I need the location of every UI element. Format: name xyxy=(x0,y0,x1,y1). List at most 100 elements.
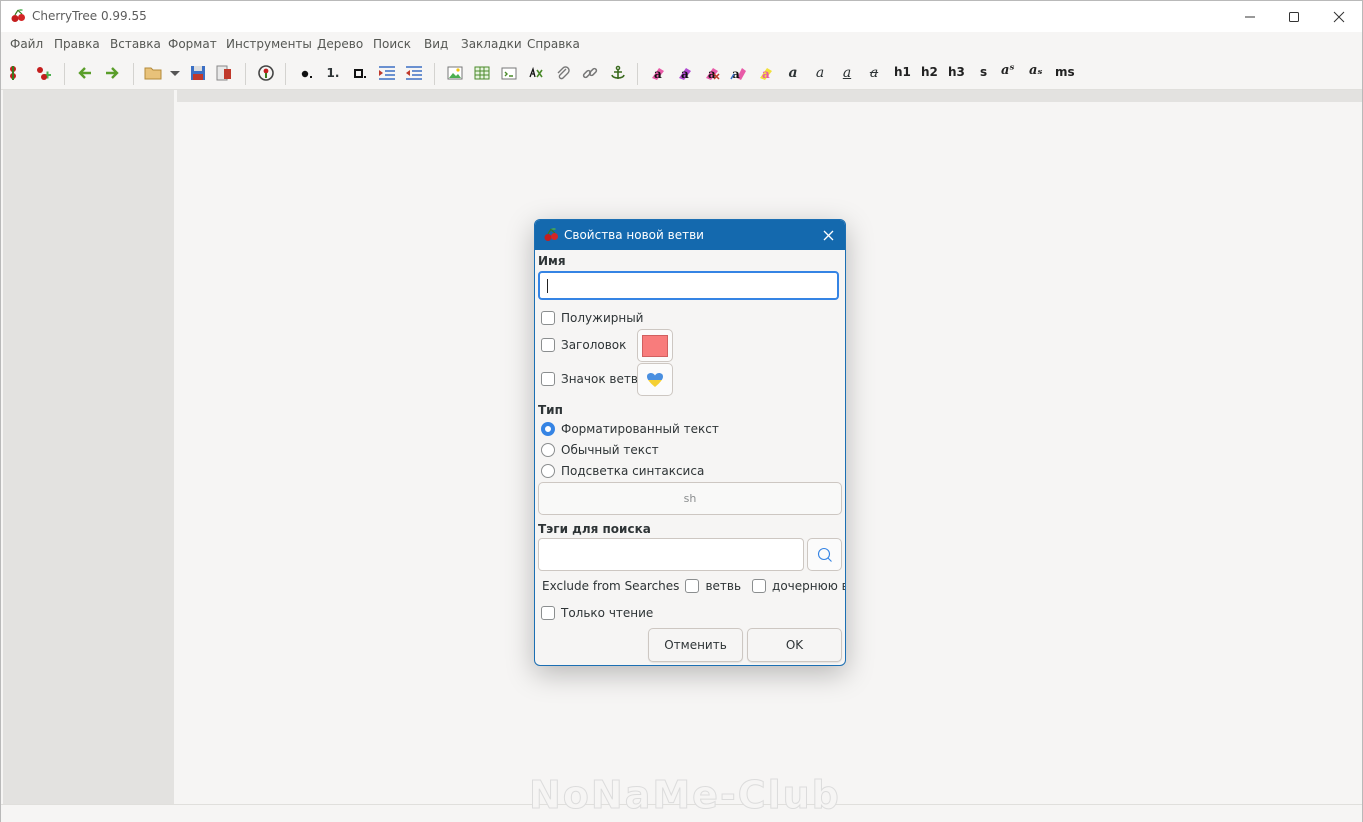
cancel-label: Отменить xyxy=(664,638,727,652)
link-icon xyxy=(582,67,598,79)
radio-syntax[interactable] xyxy=(541,464,555,478)
radio-plain-text[interactable] xyxy=(541,443,555,457)
h2-button[interactable]: h2 xyxy=(921,65,938,79)
menu-bookmarks[interactable]: Закладки xyxy=(461,37,522,51)
cancel-button[interactable]: Отменить xyxy=(648,628,743,662)
h1-button[interactable]: h1 xyxy=(894,65,911,79)
bold-button[interactable]: a xyxy=(782,62,804,84)
menu-file[interactable]: Файл xyxy=(10,37,43,51)
indent-button[interactable] xyxy=(376,62,398,84)
type-option-rich-text[interactable]: Форматированный текст xyxy=(541,422,719,436)
bold-checkbox-row[interactable]: Полужирный xyxy=(541,311,643,325)
exclude-node-checkbox[interactable] xyxy=(685,579,700,593)
readonly-label: Только чтение xyxy=(561,606,654,620)
save-button[interactable] xyxy=(187,62,209,84)
syntax-language-button[interactable]: sh xyxy=(538,482,842,515)
menu-insert[interactable]: Вставка xyxy=(110,37,161,51)
dialog-close-button[interactable] xyxy=(817,224,839,246)
bold-checkbox[interactable] xyxy=(541,311,555,325)
ok-button[interactable]: OK xyxy=(747,628,842,662)
insert-table-button[interactable] xyxy=(471,62,493,84)
ok-label: OK xyxy=(785,638,804,652)
superscript-button[interactable]: aˢ xyxy=(1001,63,1015,78)
node-path-bar xyxy=(177,90,1362,102)
arrow-left-icon xyxy=(78,67,91,79)
exclude-from-searches-row: Exclude from Searches ветвь дочернюю вет… xyxy=(542,579,845,593)
menu-edit[interactable]: Правка xyxy=(54,37,100,51)
header-checkbox-row[interactable]: Заголовок xyxy=(541,338,626,352)
insert-link-button[interactable] xyxy=(579,62,601,84)
header-checkbox[interactable] xyxy=(541,338,555,352)
go-back-button[interactable] xyxy=(74,62,96,84)
minimize-button[interactable] xyxy=(1227,1,1273,32)
svg-text:a: a xyxy=(654,67,662,81)
format-yellow-button[interactable]: a xyxy=(755,62,777,84)
syntax-label: Подсветка синтаксиса xyxy=(561,464,705,478)
radio-rich-text[interactable] xyxy=(541,422,555,436)
go-forward-button[interactable] xyxy=(101,62,123,84)
subscript-button[interactable]: aₛ xyxy=(1029,63,1043,78)
tags-browse-button[interactable] xyxy=(807,538,842,571)
bulleted-list-button[interactable] xyxy=(295,62,317,84)
open-file-button[interactable] xyxy=(142,62,164,84)
numbered-list-icon: 1. xyxy=(326,66,340,80)
exclude-node-label: ветвь xyxy=(705,579,742,593)
readonly-checkbox[interactable] xyxy=(541,606,555,620)
todo-list-icon xyxy=(354,69,366,78)
node-icon-checkbox-row[interactable]: Значок ветви xyxy=(541,372,646,386)
menu-help[interactable]: Справка xyxy=(527,37,580,51)
format-latest-button[interactable]: a xyxy=(728,62,750,84)
menu-tools[interactable]: Инструменты xyxy=(226,37,312,51)
header-label: Заголовок xyxy=(561,338,627,352)
monospace-button[interactable]: ms xyxy=(1055,65,1075,79)
add-node-button[interactable] xyxy=(2,62,24,84)
name-input[interactable] xyxy=(538,271,839,300)
menu-view[interactable]: Вид xyxy=(424,37,448,51)
todo-list-button[interactable] xyxy=(349,62,371,84)
toolbar-separator xyxy=(637,63,638,85)
menu-search[interactable]: Поиск xyxy=(373,37,411,51)
text-cursor xyxy=(547,279,548,293)
numbered-list-button[interactable]: 1. xyxy=(322,62,344,84)
clear-format-button[interactable]: a xyxy=(701,62,723,84)
type-label: Тип xyxy=(538,403,563,417)
insert-image-button[interactable] xyxy=(444,62,466,84)
small-button[interactable]: s xyxy=(980,65,987,79)
svg-text:a: a xyxy=(762,67,770,81)
export-button[interactable] xyxy=(213,62,235,84)
insert-file-button[interactable] xyxy=(552,62,574,84)
exclude-children-checkbox[interactable] xyxy=(752,579,767,593)
strikethrough-button[interactable]: a xyxy=(863,62,885,84)
maximize-button[interactable] xyxy=(1271,1,1317,32)
menu-format[interactable]: Формат xyxy=(168,37,217,51)
text-color-icon: a xyxy=(652,67,664,81)
text-color-button[interactable]: a xyxy=(647,62,669,84)
insert-latex-button[interactable] xyxy=(525,62,547,84)
recent-files-dropdown[interactable] xyxy=(164,62,186,84)
node-icon-button[interactable] xyxy=(637,363,673,396)
readonly-checkbox-row[interactable]: Только чтение xyxy=(541,606,653,620)
color-swatch xyxy=(642,334,668,357)
svg-text:a: a xyxy=(681,67,689,81)
insert-anchor-button[interactable] xyxy=(607,62,629,84)
add-subnode-button[interactable] xyxy=(32,62,54,84)
type-option-syntax[interactable]: Подсветка синтаксиса xyxy=(541,464,704,478)
exclude-children-label: дочернюю ветвь xyxy=(772,579,845,593)
menu-tree[interactable]: Дерево xyxy=(317,37,363,51)
node-icon-checkbox[interactable] xyxy=(541,372,555,386)
tree-panel[interactable] xyxy=(3,90,174,804)
highlight-color-button[interactable]: a xyxy=(674,62,696,84)
find-button[interactable] xyxy=(255,62,277,84)
unindent-button[interactable] xyxy=(403,62,425,84)
tags-input[interactable] xyxy=(538,538,804,571)
insert-codebox-button[interactable] xyxy=(498,62,520,84)
header-color-button[interactable] xyxy=(637,329,673,362)
italic-button[interactable]: a xyxy=(809,62,831,84)
cherry-icon xyxy=(544,228,558,241)
export-icon xyxy=(216,65,231,81)
h3-button[interactable]: h3 xyxy=(948,65,965,79)
underline-button[interactable]: a xyxy=(836,62,858,84)
type-option-plain-text[interactable]: Обычный текст xyxy=(541,443,659,457)
close-window-button[interactable] xyxy=(1316,1,1362,32)
clear-format-icon: a xyxy=(706,67,720,81)
